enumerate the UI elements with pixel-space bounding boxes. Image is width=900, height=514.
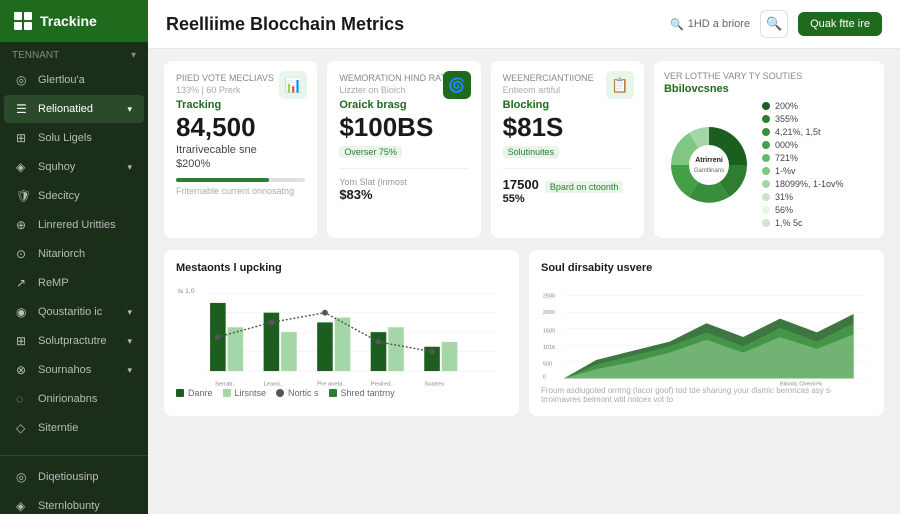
oracle-secondary-value: $83% (339, 187, 468, 202)
clock-icon: 🔍 (670, 18, 684, 31)
svg-text:0: 0 (543, 374, 546, 380)
tracking-card-icon: 📊 (279, 71, 307, 99)
sidebar-item-0[interactable]: ◎Glertlou'a (4, 66, 144, 94)
bar-chart-title: Mestaonts l upcking (176, 262, 507, 274)
pie-legend-item: 31% (762, 192, 844, 202)
logo-icon (14, 12, 32, 30)
blocking-sub-value: 17500 (503, 177, 539, 192)
pie-legend-item: 18099%, 1-1ov% (762, 179, 844, 189)
sidebar-item-12[interactable]: ◇Siterntie (4, 414, 144, 442)
topbar-actions: 🔍 1HD a briore 🔍 Quak ftte ire (670, 10, 882, 38)
tracking-sub-value: $200% (176, 158, 305, 170)
sidebar-item-4[interactable]: 🛡Sdecitcy (4, 182, 144, 210)
oracle-section-title: Oraick brasg (339, 99, 468, 111)
sidebar-items: ◎Glertlou'a☰Relionatied▾⊞Solu Ligels◈Squ… (0, 65, 148, 443)
pie-legend: 200% 355% 4,21%, 1,5t 000% 721% 1-%v 18099%, 1… (762, 101, 844, 228)
dashboard-content: 📊 Piied vote mecliavs 133% | 60 Prerk Tr… (148, 49, 900, 514)
blocking-badge2: Bpard on ctoonth (545, 181, 624, 193)
svg-text:Pesired..: Pesired.. (371, 382, 394, 388)
sidebar-item-3[interactable]: ◈Squhoy▾ (4, 153, 144, 181)
time-indicator: 🔍 1HD a briore (670, 18, 750, 31)
oracle-secondary-label: Yom Slat (inmost (339, 177, 468, 187)
main-content: Reelliime Blocchain Metrics 🔍 1HD a brio… (148, 0, 900, 514)
blocking-main-value: $81S (503, 113, 632, 142)
svg-text:Pre aneta..: Pre aneta.. (317, 382, 346, 388)
blocking-card: 📋 Weenerciantiione Entieom artiful Block… (491, 61, 644, 238)
sidebar-item-8[interactable]: ◉Qoustaritio ic▾ (4, 298, 144, 326)
bar-chart-card: Mestaonts l upcking Is 1,0 (164, 250, 519, 416)
pie-legend-item: 1-%v (762, 166, 844, 176)
svg-text:Learni..: Learni.. (264, 382, 284, 388)
charts-row: Mestaonts l upcking Is 1,0 (164, 250, 884, 416)
sidebar-item-1[interactable]: ☰Relionatied▾ (4, 95, 144, 123)
area-chart-area: 2500 2000 1500 1016 500 0 (541, 282, 872, 382)
area-chart-title: Soul dirsabity usvere (541, 262, 872, 274)
sidebar-section-header: Tennant ▾ (0, 42, 148, 65)
sidebar-logo[interactable]: Trackine (0, 0, 148, 42)
tracking-footer: Friternable current onnosatng (176, 186, 305, 196)
oracle-badge: Overser 75% (339, 146, 402, 158)
blocking-secondary: 17500 Bpard on ctoonth 55% (503, 168, 632, 205)
svg-text:Gamtlinans: Gamtlinans (694, 168, 724, 174)
svg-text:2000: 2000 (543, 310, 555, 316)
metrics-cards-row: 📊 Piied vote mecliavs 133% | 60 Prerk Tr… (164, 61, 884, 238)
sidebar-item-9[interactable]: ⊞Solutpractutre▾ (4, 327, 144, 355)
pie-legend-item: 355% (762, 114, 844, 124)
svg-text:Bilontic Chernir%: Bilontic Chernir% (780, 382, 822, 388)
quick-access-button[interactable]: Quak ftte ire (798, 12, 882, 36)
sidebar-bottom: ◎Diqetiousinp◈Sternlobunty (0, 455, 148, 514)
sidebar-item-6[interactable]: ⊙Nitariorch (4, 240, 144, 268)
svg-text:Is 1,0: Is 1,0 (178, 288, 195, 295)
bilovcsnes-title: Bbilovcsnes (664, 83, 874, 95)
logo-text: Trackine (40, 13, 97, 29)
svg-text:Serratr..: Serratr.. (215, 382, 236, 388)
blocking-badge1: Solutinuites (503, 146, 560, 158)
svg-text:Atrirreni: Atrirreni (695, 157, 723, 164)
area-chart-svg: 2500 2000 1500 1016 500 0 (541, 282, 872, 392)
sidebar-item-2[interactable]: ⊞Solu Ligels (4, 124, 144, 152)
pie-legend-item: 200% (762, 101, 844, 111)
svg-text:1500: 1500 (543, 328, 555, 334)
oracle-main-value: $100BS (339, 113, 468, 142)
tracking-main-value: 84,500 (176, 113, 305, 142)
area-chart-card: Soul dirsabity usvere 2500 2000 1500 101… (529, 250, 884, 416)
sidebar-bottom-item-1[interactable]: ◈Sternlobunty (4, 492, 144, 514)
pie-legend-item: 4,21%, 1,5t (762, 127, 844, 137)
sidebar-item-7[interactable]: ↗ReMP (4, 269, 144, 297)
svg-text:Soatres: Soatres (424, 382, 444, 388)
sidebar: Trackine Tennant ▾ ◎Glertlou'a☰Relionati… (0, 0, 148, 514)
sidebar-item-10[interactable]: ⊗Sournahos▾ (4, 356, 144, 384)
oracle-card: 🌀 Wemoration hind rates Lizzter on Bloic… (327, 61, 480, 238)
svg-text:1016: 1016 (543, 345, 555, 351)
sidebar-bottom-item-0[interactable]: ◎Diqetiousinp (4, 463, 144, 491)
page-title: Reelliime Blocchain Metrics (166, 14, 404, 35)
blocking-section-title: Blocking (503, 99, 632, 111)
pie-legend-item: 1,% 5c (762, 218, 844, 228)
oracle-card-icon: 🌀 (443, 71, 471, 99)
sidebar-item-11[interactable]: ◌Onirionabns (4, 385, 144, 413)
pie-legend-item: 721% (762, 153, 844, 163)
pie-wrapper: Atrirreni Gamtlinans 200% 355% 4,21%, 1,5t… (664, 101, 874, 228)
bilovcsnes-card: Ver lotthe vary ty souties Bbilovcsnes (654, 61, 884, 238)
svg-text:2500: 2500 (543, 293, 555, 299)
pie-legend-item: 000% (762, 140, 844, 150)
blocking-percentage: 55% (503, 193, 632, 205)
svg-text:500: 500 (543, 362, 552, 368)
tracking-section-title: Tracking (176, 99, 305, 111)
bar-chart-svg: Is 1,0 (176, 282, 507, 392)
bilovcsnes-label: Ver lotthe vary ty souties (664, 71, 874, 81)
bar-chart-area: Is 1,0 (176, 282, 507, 382)
tracking-sub-label: Itrarivecable sne (176, 144, 305, 156)
tracking-progress (176, 178, 305, 182)
sidebar-item-5[interactable]: ⊕Linrered Uritties (4, 211, 144, 239)
pie-legend-item: 56% (762, 205, 844, 215)
pie-chart: Atrirreni Gamtlinans (664, 120, 754, 210)
oracle-secondary: Yom Slat (inmost $83% (339, 168, 468, 202)
blocking-card-icon: 📋 (606, 71, 634, 99)
topbar: Reelliime Blocchain Metrics 🔍 1HD a brio… (148, 0, 900, 49)
tracking-card: 📊 Piied vote mecliavs 133% | 60 Prerk Tr… (164, 61, 317, 238)
search-button[interactable]: 🔍 (760, 10, 788, 38)
